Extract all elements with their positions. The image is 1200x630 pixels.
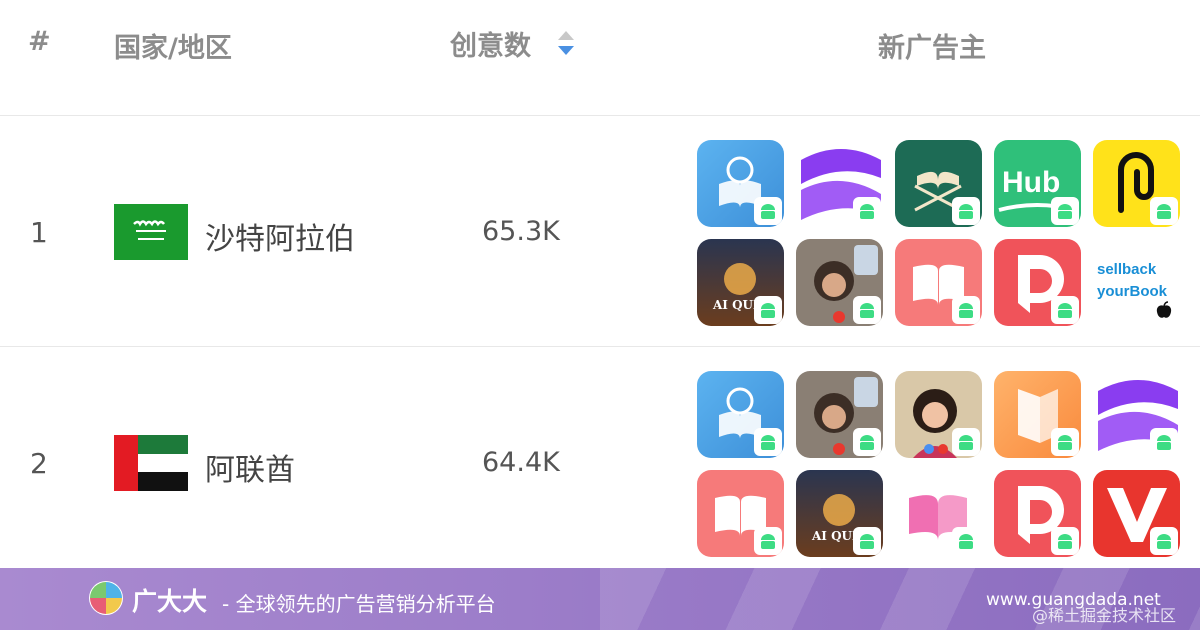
watermark: @稀土掘金技术社区 bbox=[1032, 606, 1177, 625]
saudi-arabia-flag-icon bbox=[114, 204, 188, 260]
orange-book-app-icon[interactable] bbox=[994, 371, 1081, 458]
red-d-app-icon[interactable] bbox=[994, 239, 1081, 326]
quran-stand-app-icon[interactable] bbox=[895, 140, 982, 227]
country-name[interactable]: 沙特阿拉伯 bbox=[205, 214, 355, 258]
rank-cell: 1 bbox=[30, 216, 48, 249]
android-icon bbox=[1150, 527, 1178, 555]
red-v-app-icon[interactable] bbox=[1093, 470, 1180, 557]
sellback-app-icon[interactable]: sellback yourBook bbox=[1093, 239, 1180, 326]
country-name[interactable]: 阿联酋 bbox=[205, 445, 295, 489]
video-call-app-icon[interactable] bbox=[796, 239, 883, 326]
android-icon bbox=[1051, 197, 1079, 225]
table-row[interactable]: 1 沙特阿拉伯 65.3K Hub AI QURA sellback yourB… bbox=[0, 116, 1200, 347]
creative-count: 65.3K bbox=[482, 216, 560, 247]
open-book-app-icon[interactable] bbox=[895, 239, 982, 326]
android-icon bbox=[1051, 296, 1079, 324]
table-row[interactable]: 2 阿联酋 64.4K AI QURA bbox=[0, 347, 1200, 578]
table-header: # 国家/地区 创意数 新广告主 bbox=[0, 0, 1200, 116]
creative-count-column-header[interactable]: 创意数 bbox=[450, 24, 531, 63]
hub-label: Hub bbox=[1002, 166, 1060, 199]
footer-banner: 广大大 - 全球领先的广告营销分析平台 www.guangdada.net @稀… bbox=[0, 568, 1200, 630]
android-icon bbox=[754, 197, 782, 225]
purple-wave-app-icon[interactable] bbox=[1093, 371, 1180, 458]
brand-slogan: - 全球领先的广告营销分析平台 bbox=[222, 592, 496, 616]
android-icon bbox=[853, 296, 881, 324]
pink-book-app-icon[interactable] bbox=[895, 470, 982, 557]
android-icon bbox=[1150, 197, 1178, 225]
android-icon bbox=[952, 527, 980, 555]
new-advertiser-grid: Hub AI QURA sellback yourBook bbox=[697, 140, 1197, 326]
android-icon bbox=[754, 527, 782, 555]
android-icon bbox=[952, 296, 980, 324]
rank-cell: 2 bbox=[30, 447, 48, 480]
open-book-app-icon[interactable] bbox=[697, 470, 784, 557]
new-advertiser-grid: AI QURA bbox=[697, 371, 1197, 557]
hub-app-icon[interactable]: Hub bbox=[994, 140, 1081, 227]
video-call-woman-app-icon[interactable] bbox=[895, 371, 982, 458]
android-icon bbox=[853, 527, 881, 555]
brand-name: 广大大 bbox=[132, 587, 208, 616]
al-quran-app-icon[interactable]: AI QURA bbox=[796, 470, 883, 557]
android-icon bbox=[853, 197, 881, 225]
country-column-header: 国家/地区 bbox=[114, 33, 232, 64]
book-app-icon[interactable] bbox=[697, 140, 784, 227]
uae-flag-icon bbox=[114, 435, 188, 491]
android-icon bbox=[1051, 428, 1079, 456]
rank-column-header: # bbox=[28, 26, 51, 57]
purple-wave-app-icon[interactable] bbox=[796, 140, 883, 227]
creative-count: 64.4K bbox=[482, 447, 560, 478]
book-app-icon[interactable] bbox=[697, 371, 784, 458]
android-icon bbox=[754, 428, 782, 456]
android-icon bbox=[1051, 527, 1079, 555]
video-call-app-icon[interactable] bbox=[796, 371, 883, 458]
android-icon bbox=[754, 296, 782, 324]
sort-icon[interactable] bbox=[556, 28, 576, 58]
android-icon bbox=[952, 428, 980, 456]
apple-icon bbox=[1150, 296, 1178, 324]
yellow-r-app-icon[interactable] bbox=[1093, 140, 1180, 227]
android-icon bbox=[853, 428, 881, 456]
android-icon bbox=[1150, 428, 1178, 456]
new-advertisers-column-header: 新广告主 bbox=[878, 33, 986, 64]
al-quran-app-icon[interactable]: AI QURA bbox=[697, 239, 784, 326]
red-d-app-icon[interactable] bbox=[994, 470, 1081, 557]
android-icon bbox=[952, 197, 980, 225]
guangdada-logo-icon bbox=[89, 581, 123, 615]
